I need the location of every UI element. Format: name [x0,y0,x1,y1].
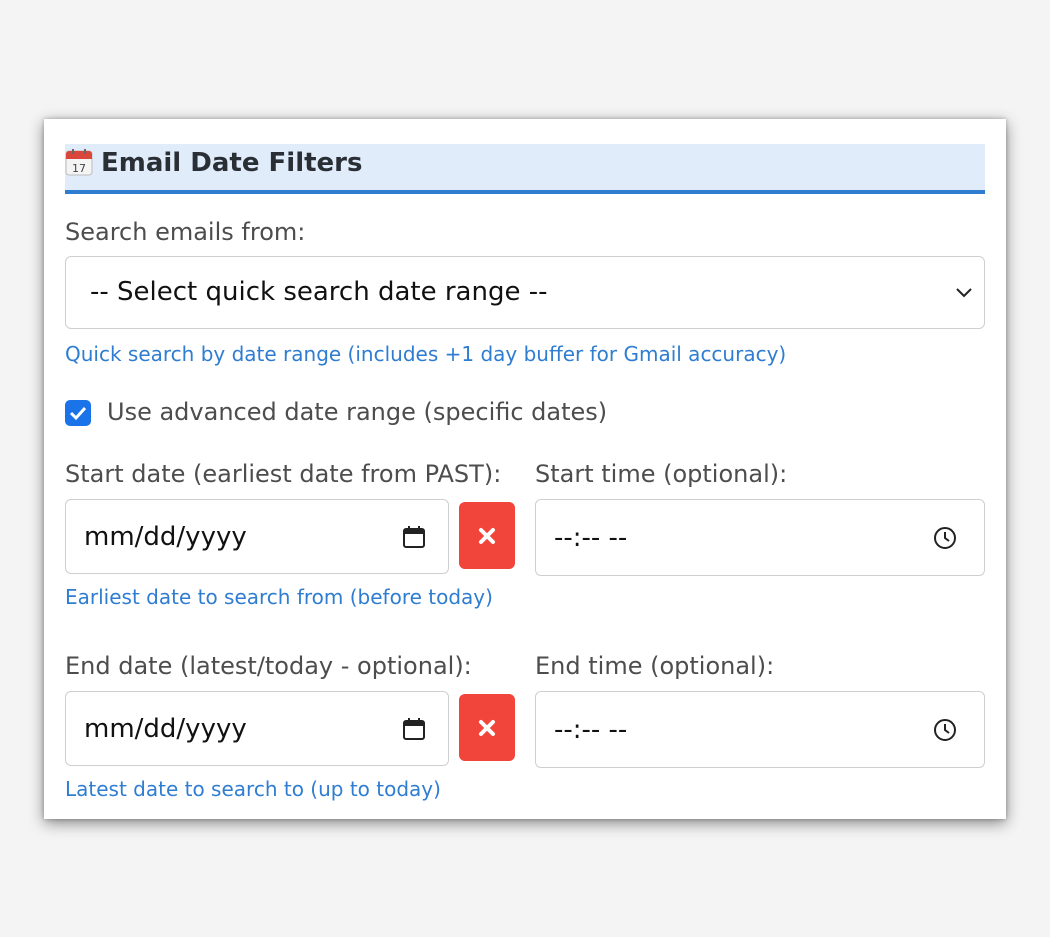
clock-icon[interactable] [933,526,957,550]
calendar-picker-icon[interactable] [402,525,426,549]
start-date-label: Start date (earliest date from PAST): [65,460,502,488]
end-time-label: End time (optional): [535,652,775,680]
section-title: Email Date Filters [101,148,363,178]
end-date-input[interactable]: mm/dd/yyyy [65,691,449,766]
section-header: 17 Email Date Filters [65,144,985,194]
calendar-picker-icon[interactable] [402,717,426,741]
clear-end-date-button[interactable] [459,694,515,761]
end-date-hint: Latest date to search to (up to today) [65,777,441,801]
start-time-value: --:-- -- [554,523,628,553]
calendar-icon: 17 [65,149,93,176]
start-date-hint: Earliest date to search from (before tod… [65,585,493,609]
close-icon [479,528,495,544]
start-date-value: mm/dd/yyyy [84,522,247,552]
quick-search-selected-value: -- Select quick search date range -- [90,277,548,307]
start-time-input[interactable]: --:-- -- [535,499,985,576]
end-time-value: --:-- -- [554,715,628,745]
advanced-range-checkbox[interactable] [65,400,91,426]
chevron-down-icon [956,288,972,298]
close-icon [479,720,495,736]
start-date-input[interactable]: mm/dd/yyyy [65,499,449,574]
quick-search-select[interactable]: -- Select quick search date range -- [65,256,985,329]
check-icon [69,406,87,421]
start-time-label: Start time (optional): [535,460,788,488]
clock-icon[interactable] [933,718,957,742]
end-time-input[interactable]: --:-- -- [535,691,985,768]
svg-text:17: 17 [72,162,86,175]
end-date-label: End date (latest/today - optional): [65,652,472,680]
advanced-range-label: Use advanced date range (specific dates) [107,398,608,426]
quick-search-label: Search emails from: [65,218,306,246]
clear-start-date-button[interactable] [459,502,515,569]
quick-search-hint: Quick search by date range (includes +1 … [65,342,787,366]
email-date-filters-panel: 17 Email Date Filters Search emails from… [44,119,1006,819]
end-date-value: mm/dd/yyyy [84,714,247,744]
